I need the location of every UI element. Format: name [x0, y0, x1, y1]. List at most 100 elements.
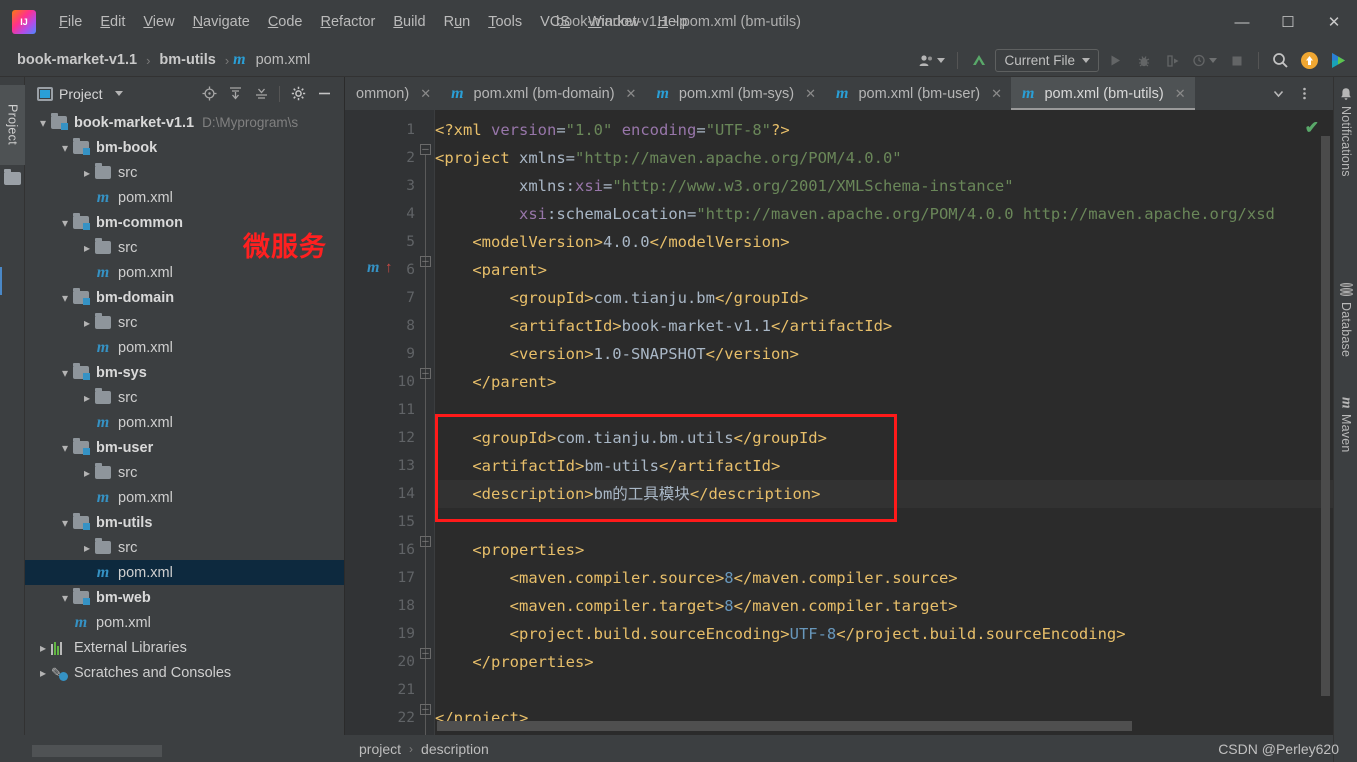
tree-item[interactable]: src: [25, 385, 344, 410]
chevron-right-icon[interactable]: [35, 641, 51, 655]
chevron-down-icon[interactable]: [57, 216, 73, 230]
menu-item-file[interactable]: File: [50, 10, 91, 34]
tree-item[interactable]: book-market-v1.1 D:\Myprogram\s: [25, 110, 344, 135]
fold-marker[interactable]: ─: [420, 704, 431, 715]
tree-item[interactable]: bm-user: [25, 435, 344, 460]
menu-item-navigate[interactable]: Navigate: [184, 10, 259, 34]
tree-item-selected[interactable]: m pom.xml: [25, 560, 344, 585]
gutter-maven-icon[interactable]: m: [367, 259, 379, 277]
menu-item-vcs[interactable]: VCS: [531, 10, 579, 34]
tree-item[interactable]: src: [25, 535, 344, 560]
code-text-area[interactable]: <?xml version="1.0" encoding="UTF-8"?> <p…: [435, 110, 1333, 735]
fold-marker[interactable]: ─: [420, 368, 431, 379]
chevron-down-icon[interactable]: [35, 116, 51, 130]
editor-tab[interactable]: m pom.xml (bm-user) ✕: [825, 77, 1011, 110]
menu-item-build[interactable]: Build: [384, 10, 434, 34]
fold-marker[interactable]: ─: [420, 256, 431, 267]
chevron-right-icon[interactable]: [35, 666, 51, 680]
menu-item-edit[interactable]: Edit: [91, 10, 134, 34]
inspection-ok-check-icon[interactable]: ✔: [1305, 118, 1319, 138]
tree-item[interactable]: m pom.xml: [25, 610, 344, 635]
tree-item[interactable]: bm-utils: [25, 510, 344, 535]
tree-item[interactable]: m pom.xml: [25, 185, 344, 210]
tool-window-button-notifications[interactable]: Notifications: [1334, 87, 1357, 177]
close-icon[interactable]: ✕: [991, 86, 1002, 102]
editor-tab-active[interactable]: m pom.xml (bm-utils) ✕: [1011, 77, 1195, 110]
debug-icon[interactable]: [1131, 49, 1157, 73]
tree-item[interactable]: m pom.xml: [25, 335, 344, 360]
settings-gear-icon[interactable]: [286, 82, 310, 106]
upload-icon[interactable]: [1296, 49, 1322, 73]
tree-item[interactable]: src: [25, 460, 344, 485]
tree-item[interactable]: m pom.xml: [25, 410, 344, 435]
close-button[interactable]: ✕: [1311, 0, 1357, 44]
update-project-icon[interactable]: [966, 49, 992, 73]
tree-item[interactable]: bm-web: [25, 585, 344, 610]
tree-item[interactable]: src: [25, 160, 344, 185]
run-configuration-selector[interactable]: Current File: [995, 49, 1099, 72]
run-with-coverage-icon[interactable]: [1160, 49, 1186, 73]
tree-item[interactable]: Scratches and Consoles: [25, 660, 344, 685]
tree-item[interactable]: External Libraries: [25, 635, 344, 660]
tree-item[interactable]: bm-sys: [25, 360, 344, 385]
menu-item-help[interactable]: Help: [648, 10, 696, 34]
chevron-down-icon[interactable]: [57, 291, 73, 305]
chevron-down-icon[interactable]: [1266, 82, 1290, 106]
close-icon[interactable]: ✕: [626, 86, 637, 102]
menu-item-run[interactable]: Run: [435, 10, 480, 34]
editor-fold-gutter[interactable]: ─ ─ ─ ─ ─ ─: [415, 110, 435, 735]
tool-window-button-database[interactable]: Database: [1334, 283, 1357, 357]
locate-icon[interactable]: [197, 82, 221, 106]
editor-tab[interactable]: m pom.xml (bm-domain) ✕: [440, 77, 645, 110]
ide-extension-icon[interactable]: [1325, 49, 1351, 73]
chevron-down-icon[interactable]: [57, 516, 73, 530]
menu-item-tools[interactable]: Tools: [479, 10, 531, 34]
close-icon[interactable]: ✕: [805, 86, 816, 102]
close-icon[interactable]: ✕: [1175, 86, 1186, 102]
panel-resize-handle[interactable]: [32, 745, 162, 757]
chevron-down-icon[interactable]: [57, 441, 73, 455]
project-tree[interactable]: book-market-v1.1 D:\Myprogram\s bm-book src…: [25, 110, 344, 762]
tree-item[interactable]: bm-book: [25, 135, 344, 160]
breadcrumb-item-module[interactable]: bm-utils: [154, 50, 220, 70]
tree-item[interactable]: m pom.xml: [25, 485, 344, 510]
menu-item-window[interactable]: Window: [579, 10, 649, 34]
chevron-right-icon[interactable]: [79, 541, 95, 555]
breadcrumb-item-file[interactable]: pom.xml: [251, 50, 316, 70]
minimize-button[interactable]: —: [1219, 0, 1265, 44]
expand-all-icon[interactable]: [223, 82, 247, 106]
close-icon[interactable]: ✕: [420, 86, 431, 102]
menu-item-view[interactable]: View: [134, 10, 183, 34]
fold-marker[interactable]: ─: [420, 144, 431, 155]
fold-marker[interactable]: ─: [420, 536, 431, 547]
chevron-right-icon[interactable]: [79, 316, 95, 330]
status-breadcrumb-item-project[interactable]: project: [359, 741, 401, 757]
horizontal-scrollbar-thumb[interactable]: [437, 721, 1132, 731]
more-options-icon[interactable]: [1292, 82, 1316, 106]
chevron-down-icon[interactable]: [57, 591, 73, 605]
folder-icon[interactable]: [4, 169, 21, 185]
vertical-scrollbar[interactable]: [1321, 136, 1330, 696]
code-editor[interactable]: 1 2 3 4 5 6 7 8 9 10 11 12 13 14 15 16 17 18 19 20 21 22 m ↑ ─ …: [345, 110, 1333, 735]
chevron-right-icon[interactable]: [79, 391, 95, 405]
tree-item[interactable]: src: [25, 310, 344, 335]
tool-window-button-maven[interactable]: m Maven: [1334, 397, 1357, 452]
chevron-right-icon[interactable]: [79, 466, 95, 480]
editor-tab[interactable]: ommon) ✕: [345, 77, 440, 110]
chevron-down-icon[interactable]: [57, 141, 73, 155]
editor-tab[interactable]: m pom.xml (bm-sys) ✕: [645, 77, 825, 110]
editor-gutter[interactable]: 1 2 3 4 5 6 7 8 9 10 11 12 13 14 15 16 17 18 19 20 21 22 m ↑: [345, 110, 415, 735]
breadcrumb-item-project[interactable]: book-market-v1.1: [12, 50, 142, 70]
chevron-right-icon[interactable]: [79, 241, 95, 255]
maximize-button[interactable]: ☐: [1265, 0, 1311, 44]
chevron-down-icon[interactable]: [114, 91, 123, 96]
stop-icon[interactable]: [1224, 49, 1250, 73]
hide-panel-icon[interactable]: [312, 82, 336, 106]
tool-window-button-project[interactable]: Project: [0, 85, 25, 165]
profiler-icon[interactable]: [1189, 49, 1221, 73]
status-breadcrumb-item-description[interactable]: description: [421, 741, 489, 757]
fold-marker[interactable]: ─: [420, 648, 431, 659]
collapse-all-icon[interactable]: [249, 82, 273, 106]
tree-item[interactable]: bm-domain: [25, 285, 344, 310]
chevron-right-icon[interactable]: [79, 166, 95, 180]
